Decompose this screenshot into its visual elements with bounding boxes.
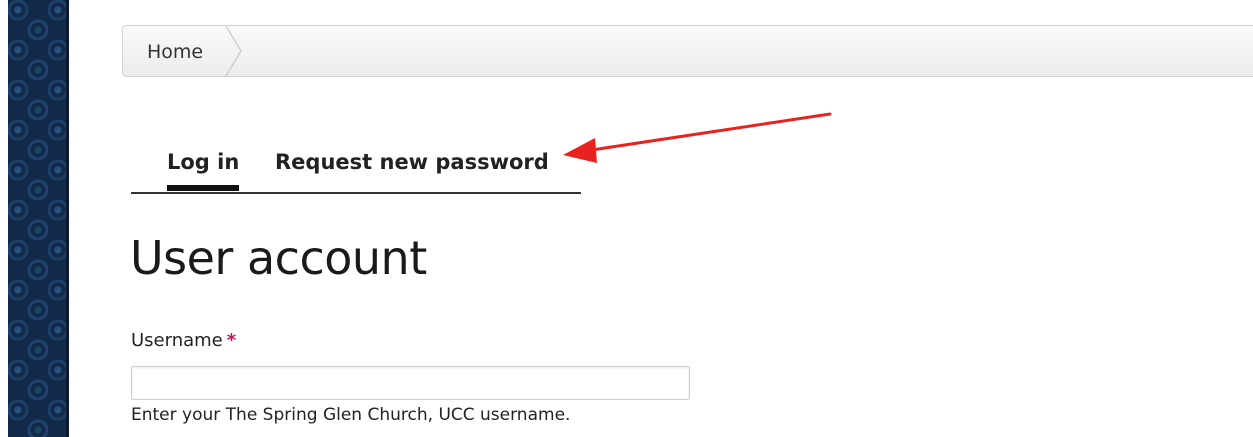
tab-request-new-password[interactable]: Request new password [275, 147, 549, 177]
decorative-sidebar-pattern [8, 0, 66, 437]
username-label-text: Username [131, 330, 223, 351]
tabs-divider [131, 192, 581, 194]
username-label: Username * [131, 328, 236, 354]
breadcrumb-home-link[interactable]: Home [123, 26, 235, 76]
page-title: User account [130, 231, 427, 285]
username-input[interactable] [131, 366, 690, 400]
breadcrumb-separator-icon [225, 26, 242, 76]
page-left-border [0, 0, 8, 437]
username-description: Enter your The Spring Glen Church, UCC u… [131, 405, 571, 425]
annotation-arrow-icon [563, 112, 832, 163]
active-tab-indicator [167, 185, 239, 191]
page: Home Log in Request new password User ac… [0, 0, 1253, 437]
tab-log-in[interactable]: Log in [167, 147, 239, 177]
account-tabs: Log in Request new password [131, 140, 581, 196]
breadcrumb: Home [122, 25, 1253, 77]
sidebar-edge [66, 0, 69, 437]
required-marker: * [226, 330, 237, 351]
